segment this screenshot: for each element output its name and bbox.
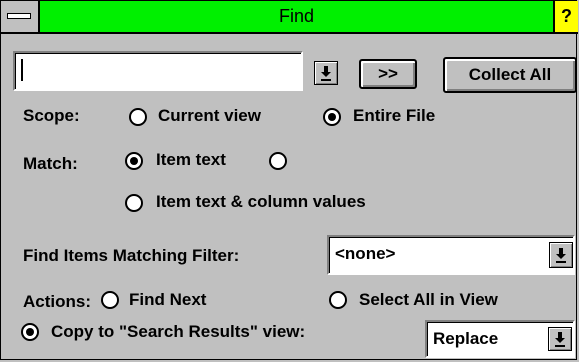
find-next-arrow-button[interactable]: >> xyxy=(359,59,417,89)
actions-label: Actions: xyxy=(23,292,91,311)
action-select-all-label[interactable]: Select All in View xyxy=(359,290,498,310)
filter-dropdown-button[interactable] xyxy=(549,242,573,268)
system-menu-button[interactable] xyxy=(1,1,40,32)
filter-label: Find Items Matching Filter: xyxy=(23,246,240,265)
window-title: Find xyxy=(40,1,553,32)
action-find-next-radio[interactable] xyxy=(101,291,119,309)
find-dialog: Find ? >> Collect All Scope: Current vie… xyxy=(0,0,578,360)
system-menu-icon xyxy=(7,13,31,19)
help-button[interactable]: ? xyxy=(553,1,578,32)
down-arrow-underline-icon xyxy=(321,66,331,81)
scope-label: Scope: xyxy=(23,106,80,125)
scope-current-view-radio[interactable] xyxy=(129,108,147,126)
down-arrow-underline-icon xyxy=(556,248,566,263)
action-copy-to-search-results-label[interactable]: Copy to "Search Results" view: xyxy=(51,322,305,342)
scope-entire-file-radio[interactable] xyxy=(323,108,341,126)
match-label: Match: xyxy=(23,154,78,173)
match-item-text-column-values-radio[interactable] xyxy=(125,194,143,212)
match-unlabeled-radio[interactable] xyxy=(269,152,287,170)
title-bar: Find ? xyxy=(1,1,578,34)
text-caret xyxy=(21,59,23,81)
match-item-text-label[interactable]: Item text xyxy=(156,150,226,170)
action-copy-to-search-results-radio[interactable] xyxy=(21,323,39,341)
match-item-text-column-values-label[interactable]: Item text & column values xyxy=(156,192,366,212)
action-find-next-label[interactable]: Find Next xyxy=(129,290,206,310)
copy-mode-dropdown-button[interactable] xyxy=(548,327,572,351)
filter-select-value: <none> xyxy=(335,244,396,263)
scope-entire-file-label[interactable]: Entire File xyxy=(353,106,435,126)
collect-all-button[interactable]: Collect All xyxy=(443,57,577,93)
down-arrow-underline-icon xyxy=(555,332,565,347)
copy-mode-select[interactable]: Replace xyxy=(425,320,575,358)
filter-select[interactable]: <none> xyxy=(327,235,575,275)
match-item-text-radio[interactable] xyxy=(125,152,143,170)
search-input[interactable] xyxy=(13,51,303,91)
scope-current-view-label[interactable]: Current view xyxy=(158,106,261,126)
action-select-all-radio[interactable] xyxy=(329,291,347,309)
copy-mode-select-value: Replace xyxy=(433,329,499,348)
search-history-dropdown-button[interactable] xyxy=(314,61,338,85)
